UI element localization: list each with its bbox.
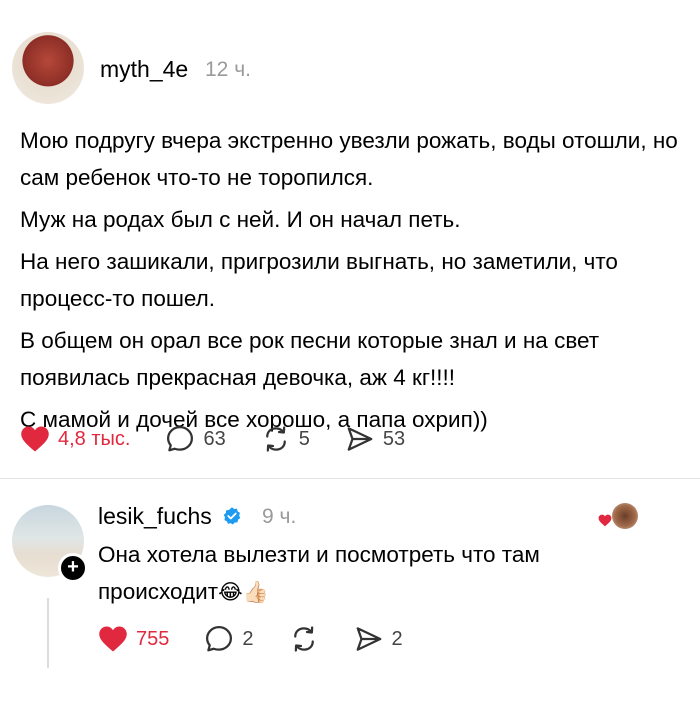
post-time: 12 ч. bbox=[205, 58, 251, 81]
repost-icon bbox=[293, 626, 314, 652]
share-button[interactable]: 53 bbox=[345, 424, 405, 454]
divider bbox=[0, 478, 700, 479]
comment-icon bbox=[167, 426, 194, 452]
thread-line bbox=[47, 598, 49, 668]
like-count: 4,8 тыс. bbox=[58, 427, 131, 450]
reply-repost-button[interactable] bbox=[289, 624, 319, 654]
post-paragraph: Мою подругу вчера экстренно увезли рожат… bbox=[20, 128, 678, 190]
send-icon bbox=[356, 627, 381, 651]
comment-count: 63 bbox=[203, 427, 226, 450]
share-count: 53 bbox=[382, 427, 406, 450]
reply-emoji: 😂👍🏻 bbox=[218, 581, 269, 604]
follow-plus-button[interactable]: + bbox=[58, 553, 88, 583]
reply-share-count: 2 bbox=[391, 627, 403, 650]
post-body: Мою подругу вчера экстренно увезли рожат… bbox=[20, 122, 680, 443]
author-avatar[interactable] bbox=[12, 32, 84, 104]
repost-icon bbox=[265, 426, 286, 452]
post-actions: 4,8 тыс. 63 5 53 bbox=[20, 424, 440, 454]
author-username[interactable]: myth_4e bbox=[100, 56, 188, 83]
repost-count: 5 bbox=[298, 427, 310, 450]
reply-username[interactable]: lesik_fuchs bbox=[98, 503, 242, 530]
reply-like-button[interactable]: 755 bbox=[98, 625, 169, 653]
send-icon bbox=[347, 427, 373, 451]
repost-button[interactable]: 5 bbox=[261, 424, 310, 454]
liked-by-author-avatar bbox=[612, 503, 638, 529]
verified-badge-icon bbox=[223, 507, 241, 525]
like-button[interactable]: 4,8 тыс. bbox=[20, 425, 130, 453]
liked-by-author-heart-icon bbox=[598, 514, 612, 527]
reply-username-text: lesik_fuchs bbox=[98, 503, 212, 529]
comment-button[interactable]: 63 bbox=[165, 424, 226, 454]
reply-comment-count: 2 bbox=[242, 627, 254, 650]
reply-time: 9 ч. bbox=[262, 505, 297, 528]
reply-like-count: 755 bbox=[136, 627, 170, 650]
reply-actions: 755 2 2 bbox=[98, 624, 438, 654]
heart-icon bbox=[99, 626, 127, 652]
post-paragraph: На него зашикали, пригрозили выгнать, но… bbox=[20, 249, 618, 311]
comment-icon bbox=[206, 626, 233, 652]
post-paragraph: Муж на родах был с ней. И он начал петь. bbox=[20, 207, 461, 232]
heart-icon bbox=[21, 426, 49, 452]
reply-text: Она хотела вылезти и посмотреть что там … bbox=[98, 542, 540, 604]
reply-comment-button[interactable]: 2 bbox=[204, 624, 254, 654]
post-paragraph: В общем он орал все рок песни которые зн… bbox=[20, 328, 600, 390]
reply-share-button[interactable]: 2 bbox=[354, 624, 403, 654]
reply-body: Она хотела вылезти и посмотреть что там … bbox=[98, 536, 658, 611]
